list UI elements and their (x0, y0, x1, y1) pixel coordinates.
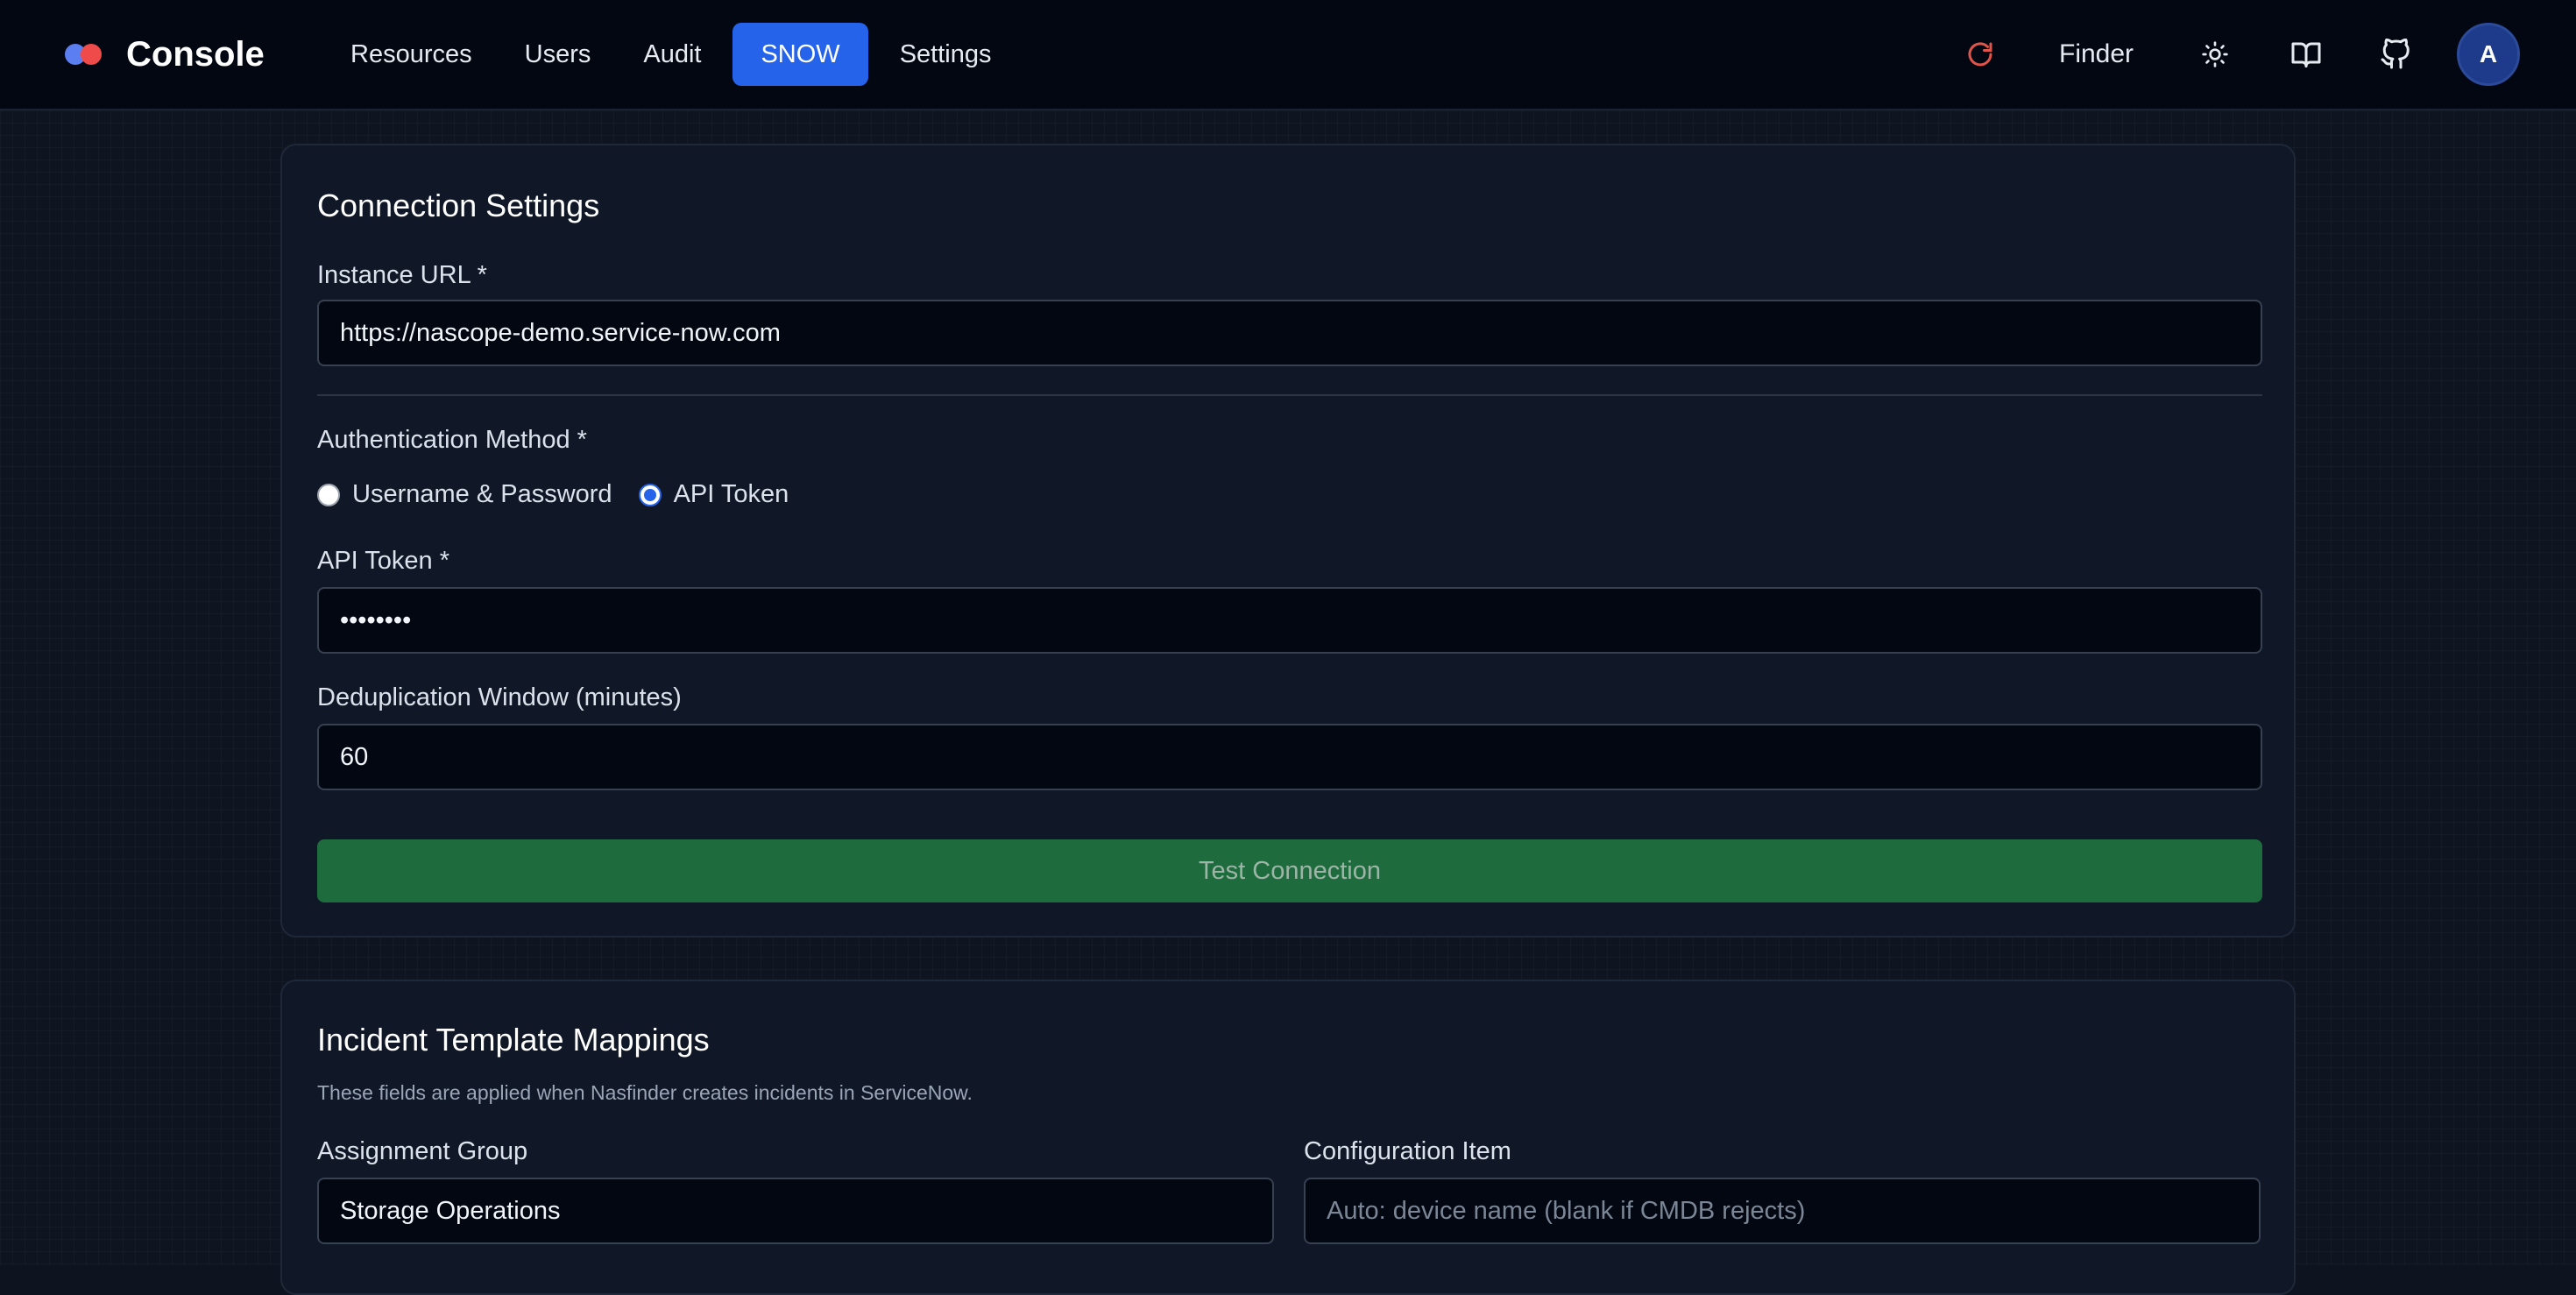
main-nav: Resources Users Audit SNOW Settings (329, 23, 1023, 86)
finder-link[interactable]: Finder (2059, 33, 2134, 75)
refresh-icon[interactable] (1963, 37, 1998, 72)
test-connection-button[interactable]: Test Connection (317, 839, 2262, 902)
instance-url-input[interactable]: https://nascope-demo.service-now.com (317, 300, 2262, 366)
user-avatar[interactable]: A (2457, 23, 2520, 86)
logo-icon[interactable] (65, 42, 105, 67)
nav-item-users[interactable]: Users (504, 23, 612, 86)
auth-method-radio-group: Username & Password API Token (317, 480, 815, 509)
assignment-group-input[interactable]: Storage Operations (317, 1178, 1274, 1244)
radio-api-token[interactable] (638, 483, 662, 506)
nav-item-settings[interactable]: Settings (879, 23, 1013, 86)
book-icon[interactable] (2289, 37, 2324, 72)
top-nav-bar: Console Resources Users Audit SNOW Setti… (0, 0, 2576, 110)
sun-icon[interactable] (2197, 37, 2233, 72)
incident-mappings-helper: These fields are applied when Nasfinder … (317, 1081, 973, 1104)
instance-url-label: Instance URL * (317, 261, 487, 289)
github-icon[interactable] (2378, 37, 2413, 72)
radio-username-password-label[interactable]: Username & Password (352, 480, 612, 509)
nav-item-resources[interactable]: Resources (329, 23, 493, 86)
radio-api-token-label[interactable]: API Token (674, 480, 789, 509)
api-token-label: API Token * (317, 547, 450, 575)
connection-settings-title: Connection Settings (317, 188, 600, 223)
logo-dot-red (81, 44, 102, 65)
configuration-item-label: Configuration Item (1304, 1137, 1511, 1165)
section-divider (317, 394, 2262, 396)
nav-item-audit[interactable]: Audit (622, 23, 722, 86)
dedup-window-label: Deduplication Window (minutes) (317, 683, 682, 711)
auth-method-label: Authentication Method * (317, 426, 587, 454)
configuration-item-input[interactable]: Auto: device name (blank if CMDB rejects… (1304, 1178, 2261, 1244)
radio-username-password[interactable] (317, 483, 340, 506)
incident-mappings-title: Incident Template Mappings (317, 1022, 710, 1058)
dedup-window-input[interactable]: 60 (317, 724, 2262, 790)
connection-settings-card: Connection Settings Instance URL * https… (280, 144, 2296, 938)
assignment-group-label: Assignment Group (317, 1137, 528, 1165)
brand-title[interactable]: Console (126, 32, 265, 77)
api-token-input[interactable]: •••••••• (317, 587, 2262, 654)
incident-mappings-card: Incident Template Mappings These fields … (280, 980, 2296, 1295)
nav-item-snow[interactable]: SNOW (732, 23, 868, 86)
